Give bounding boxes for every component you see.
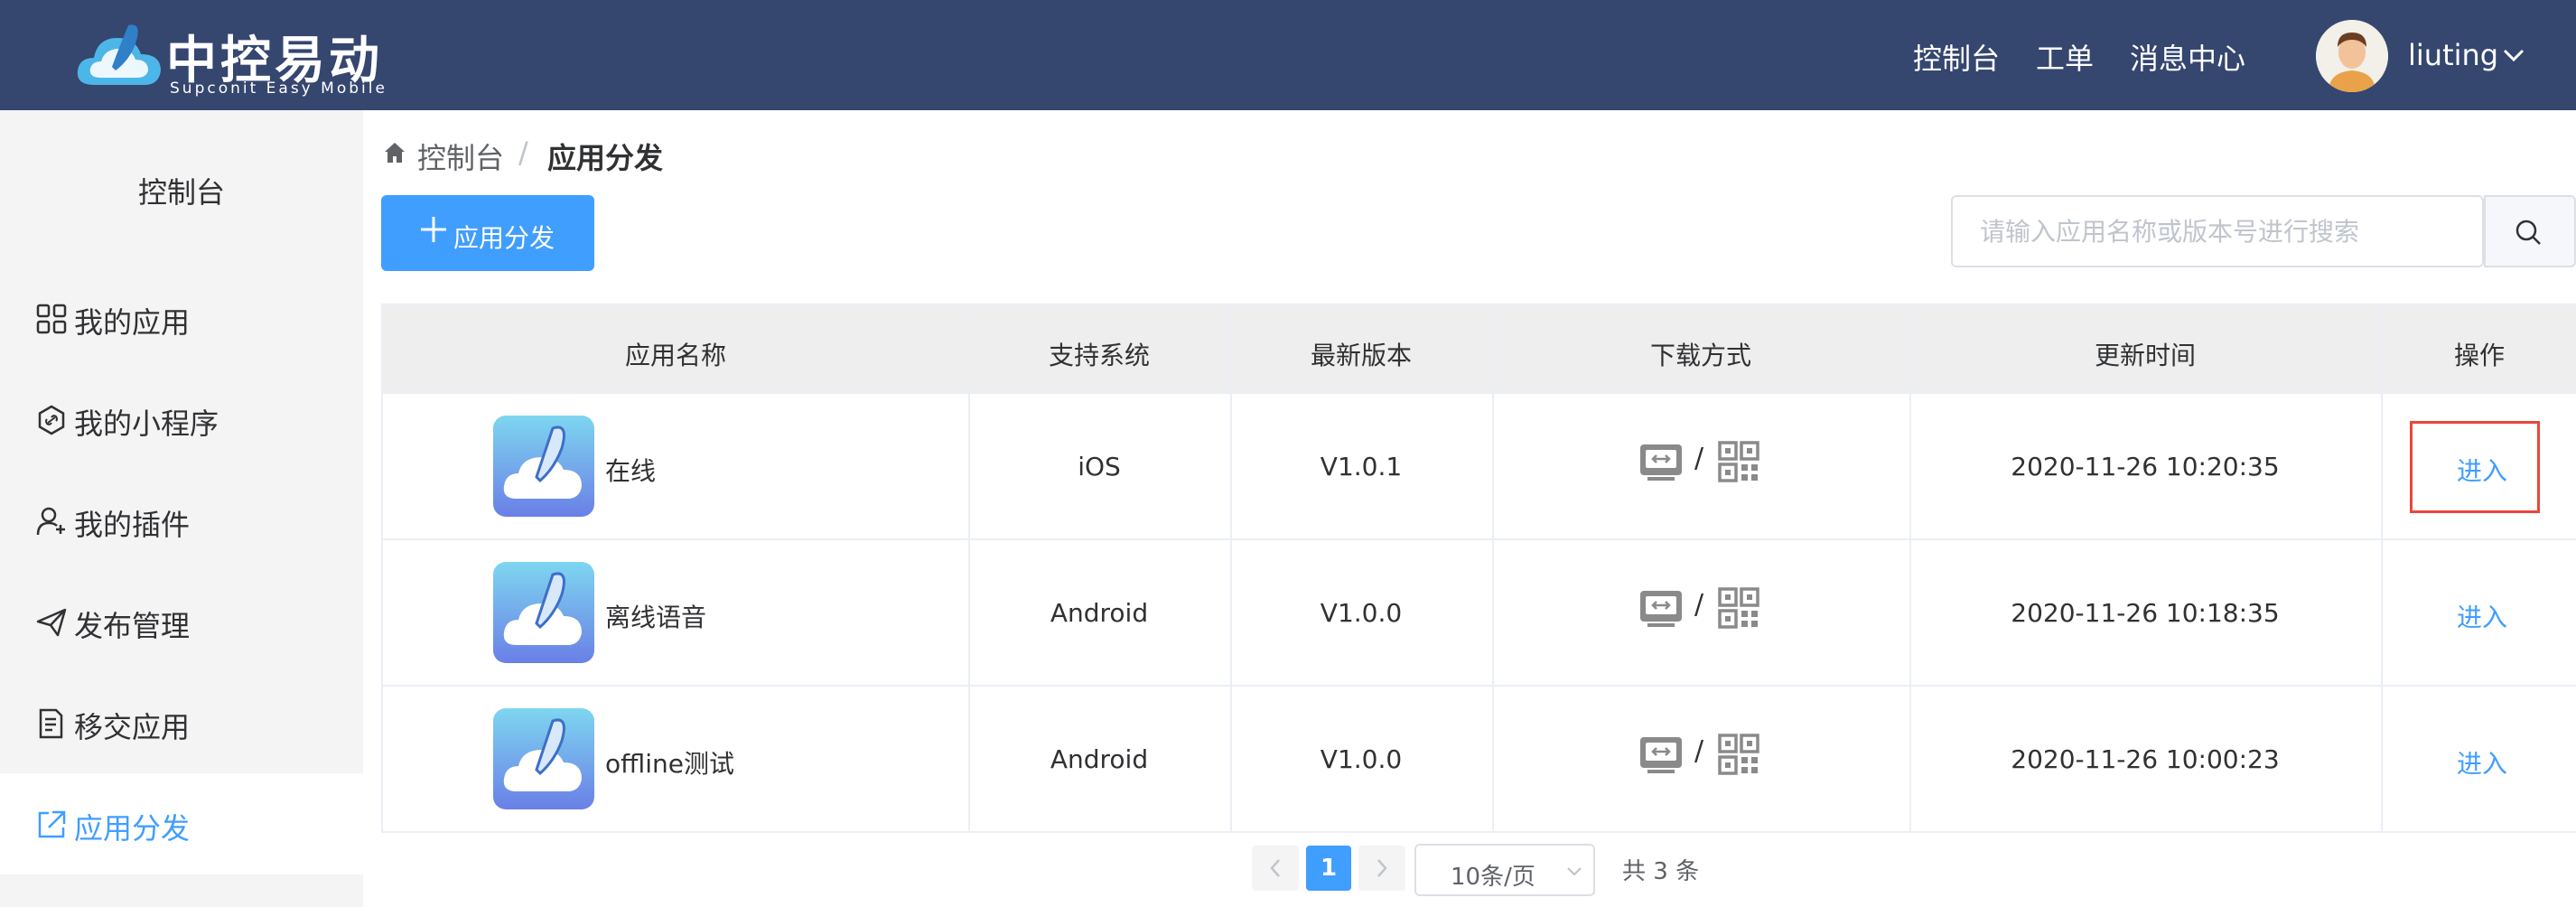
external-link-icon [38, 810, 66, 838]
add-distribution-label: 应用分发 [453, 223, 555, 253]
nav-message-center[interactable]: 消息中心 [2130, 36, 2245, 78]
search-input[interactable] [1951, 195, 2484, 267]
sidebar-item-label: 移交应用 [74, 710, 191, 744]
app-updated-time: 2020-11-26 10:18:35 [2011, 598, 2280, 628]
app-version: V1.0.0 [1320, 744, 1403, 774]
link-download-icon[interactable] [1638, 441, 1684, 482]
download-separator: / [1694, 589, 1704, 621]
download-methods: / [1638, 734, 1765, 779]
logo-cloud-icon [77, 24, 161, 85]
link-download-icon[interactable] [1638, 587, 1684, 629]
chevron-left-icon [1270, 859, 1280, 877]
table-header: 应用名称 支持系统 最新版本 下载方式 更新时间 操作 [383, 305, 2576, 394]
app-system: iOS [1078, 452, 1121, 482]
table-row: offline测试 Android V1.0.0 / 2020-11-26 10… [383, 687, 2576, 833]
app-icon [493, 562, 594, 663]
prev-page-button[interactable] [1252, 846, 1299, 891]
app-icon [493, 416, 594, 517]
column-divider [1492, 305, 1494, 833]
column-divider [1230, 305, 1232, 833]
column-header-system: 支持系统 [1048, 341, 1150, 370]
search-button[interactable] [2484, 195, 2576, 267]
sidebar-item-label: 我的插件 [74, 508, 191, 542]
document-transfer-icon [39, 708, 63, 739]
sidebar-item-transfer-app[interactable]: 移交应用 [0, 672, 363, 773]
user-plugin-icon [36, 507, 65, 536]
avatar[interactable] [2316, 20, 2388, 92]
chevron-down-icon [1567, 867, 1582, 876]
link-download-icon[interactable] [1638, 734, 1684, 775]
sidebar-title: 控制台 [137, 175, 225, 210]
sidebar-item-my-plugins[interactable]: 我的插件 [0, 470, 363, 571]
app-version: V1.0.1 [1320, 452, 1403, 482]
chevron-right-icon [1377, 859, 1387, 877]
column-header-download: 下载方式 [1649, 341, 1751, 370]
username[interactable]: liuting [2408, 38, 2498, 72]
qr-code-icon[interactable] [1718, 441, 1759, 482]
page-size-value: 10条/页 [1451, 864, 1535, 891]
sidebar-item-my-miniprograms[interactable]: 我的小程序 [0, 369, 363, 470]
download-separator: / [1694, 443, 1704, 474]
hexagon-link-icon [38, 405, 65, 435]
app-system: Android [1050, 598, 1149, 628]
app-updated-time: 2020-11-26 10:00:23 [2011, 744, 2280, 774]
pagination-total: 共 3 条 [1622, 858, 1700, 885]
logo-subtitle: Supconit Easy Mobile [170, 79, 387, 98]
next-page-button[interactable] [1358, 846, 1405, 891]
top-header: 中控易动 Supconit Easy Mobile 控制台 工单 消息中心 li… [0, 0, 2576, 110]
page-number-current[interactable]: 1 [1306, 846, 1351, 891]
chevron-down-icon[interactable] [2502, 47, 2525, 63]
nav-console[interactable]: 控制台 [1913, 36, 2000, 78]
table-row: 在线 iOS V1.0.1 / 2020-11-26 10:20:35 进入 [383, 394, 2576, 540]
download-methods: / [1638, 587, 1765, 632]
download-separator: / [1694, 735, 1704, 767]
logo[interactable]: 中控易动 Supconit Easy Mobile [76, 16, 385, 98]
column-divider [968, 305, 970, 833]
grid-icon [36, 304, 67, 334]
sidebar: 控制台 我的应用 我的小程序 我的插件 发布管理 移交应用 应用分发 [0, 110, 363, 907]
qr-code-icon[interactable] [1718, 587, 1759, 629]
sidebar-item-label: 我的小程序 [74, 407, 219, 441]
nav-ticket[interactable]: 工单 [2036, 36, 2094, 78]
column-header-version: 最新版本 [1310, 341, 1412, 370]
home-icon [385, 143, 405, 163]
column-header-updated: 更新时间 [2094, 341, 2196, 370]
sidebar-item-label: 发布管理 [74, 609, 191, 643]
app-table: 应用名称 支持系统 最新版本 下载方式 更新时间 操作 在线 iOS V1.0.… [381, 304, 2576, 833]
plus-icon [421, 217, 446, 242]
sidebar-item-label: 应用分发 [74, 811, 191, 846]
add-distribution-button[interactable]: 应用分发 [381, 195, 594, 271]
enter-link[interactable]: 进入 [2457, 452, 2507, 488]
sidebar-item-release-management[interactable]: 发布管理 [0, 571, 363, 672]
table-row: 离线语音 Android V1.0.0 / 2020-11-26 10:18:3… [383, 540, 2576, 687]
column-header-app-name: 应用名称 [624, 341, 726, 370]
sidebar-item-my-apps[interactable]: 我的应用 [0, 267, 363, 369]
search-icon [2515, 220, 2541, 245]
breadcrumb-separator: / [518, 136, 528, 170]
app-version: V1.0.0 [1320, 598, 1403, 628]
column-divider [1909, 305, 1911, 833]
app-updated-time: 2020-11-26 10:20:35 [2011, 452, 2280, 482]
enter-link[interactable]: 进入 [2457, 744, 2507, 781]
sidebar-item-app-distribution[interactable]: 应用分发 [0, 773, 363, 874]
download-methods: / [1638, 441, 1765, 486]
page-size-select[interactable]: 10条/页 [1414, 844, 1595, 896]
column-header-action: 操作 [2453, 341, 2505, 370]
enter-link[interactable]: 进入 [2457, 598, 2507, 634]
qr-code-icon[interactable] [1718, 734, 1759, 775]
column-divider [2381, 305, 2383, 833]
app-name: offline测试 [605, 749, 734, 779]
app-name: 在线 [605, 456, 657, 486]
sidebar-item-label: 我的应用 [74, 305, 191, 340]
paper-plane-icon [36, 608, 67, 637]
app-system: Android [1050, 744, 1149, 774]
app-name: 离线语音 [605, 603, 707, 632]
breadcrumb-current: 应用分发 [547, 141, 664, 175]
app-icon [493, 708, 594, 809]
breadcrumb-home[interactable]: 控制台 [417, 136, 504, 177]
